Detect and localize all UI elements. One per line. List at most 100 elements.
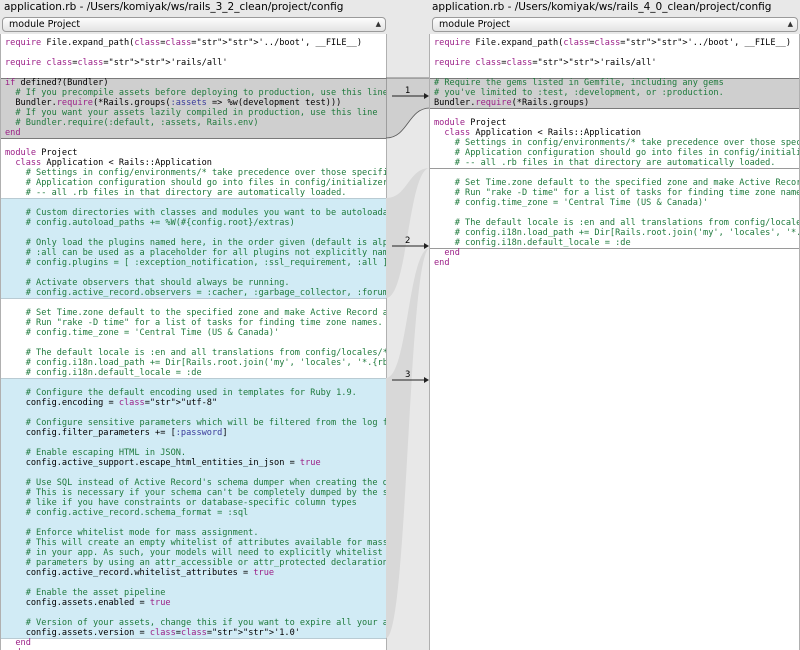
code-line: Bundler.require(*Rails.groups): [434, 98, 590, 108]
code-line: # If you want your assets lazily compile…: [15, 108, 378, 118]
code-line: Bundler.require(*Rails.groups(:assets =>…: [5, 98, 342, 108]
code-line: module Project: [5, 148, 78, 158]
left-pane-title: application.rb - /Users/komiyak/ws/rails…: [4, 1, 344, 13]
code-line: # Only load the plugins named here, in t…: [25, 238, 386, 248]
diff-connector-2[interactable]: [386, 168, 430, 298]
left-scope-select-value: module Project: [9, 19, 81, 30]
code-line: # Settings in config/environments/* take…: [454, 138, 799, 148]
code-line: # The default locale is :en and all tran…: [25, 348, 386, 358]
code-line: # config.time_zone = 'Central Time (US &…: [454, 198, 709, 208]
code-line: require class=class="str">"str">'rails/a…: [5, 58, 228, 68]
code-line: # in your app. As such, your models will…: [25, 548, 383, 558]
code-line: # config.time_zone = 'Central Time (US &…: [25, 328, 280, 338]
code-line: # Custom directories with classes and mo…: [25, 208, 386, 218]
code-line: # Set Time.zone default to the specified…: [25, 308, 386, 318]
code-line: config.assets.enabled = true: [5, 598, 171, 608]
right-pane-title: application.rb - /Users/komiyak/ws/rails…: [432, 1, 772, 13]
code-line: # Bundler.require(:default, :assets, Rai…: [15, 118, 259, 128]
code-line: # config.autoload_paths += %W(#{config.r…: [25, 218, 295, 228]
code-line: config.active_record.whitelist_attribute…: [5, 568, 275, 578]
diff-connector-gutter: 1 2 3: [386, 77, 430, 638]
right-scope-select[interactable]: module Project ▲: [432, 17, 798, 32]
right-code-pane[interactable]: require File.expand_path(class=class="st…: [429, 34, 800, 650]
left-code-pane[interactable]: require File.expand_path(class=class="st…: [0, 34, 387, 650]
diff-number-label: 1: [405, 86, 410, 96]
code-line: # Enable the asset pipeline: [25, 588, 166, 598]
code-line: # you've limited to :test, :development,…: [434, 88, 724, 98]
left-scope-select[interactable]: module Project ▲: [2, 17, 386, 32]
diff-number-label: 2: [405, 236, 410, 246]
code-line: end: [434, 258, 450, 268]
code-line: # -- all .rb files in that directory are…: [454, 158, 776, 168]
select-arrows-icon: ▲: [375, 20, 381, 28]
code-line: class Application < Rails::Application: [444, 128, 641, 138]
code-line: # If you precompile assets before deploy…: [15, 88, 386, 98]
code-line: require File.expand_path(class=class="st…: [5, 38, 363, 48]
code-line: module Project: [434, 118, 507, 128]
code-line: # config.i18n.default_locale = :de: [25, 368, 202, 378]
code-line: config.filter_parameters += [:password]: [5, 428, 228, 438]
diff-connector-3[interactable]: [386, 248, 430, 638]
code-line: # Enable escaping HTML in JSON.: [25, 448, 187, 458]
code-line: config.active_support.escape_html_entiti…: [5, 458, 321, 468]
code-line: # :all can be used as a placeholder for …: [25, 248, 386, 258]
right-scope-select-value: module Project: [439, 19, 511, 30]
code-line: config.encoding = class="str">"utf-8": [5, 398, 218, 408]
code-line: # config.i18n.load_path += Dir[Rails.roo…: [454, 228, 799, 238]
code-line: # The default locale is :en and all tran…: [454, 218, 799, 228]
code-line: # -- all .rb files in that directory are…: [25, 188, 347, 198]
code-line: # config.plugins = [ :exception_notifica…: [25, 258, 386, 268]
code-line: # This is necessary if your schema can't…: [25, 488, 386, 498]
code-line: # Application configuration should go in…: [25, 178, 386, 188]
code-line: config.assets.version = class=class="str…: [5, 628, 300, 638]
code-line: # Enforce whitelist mode for mass assign…: [25, 528, 259, 538]
code-line: # config.active_record.schema_format = :…: [25, 508, 249, 518]
code-line: # config.i18n.default_locale = :de: [454, 238, 631, 248]
code-line: require File.expand_path(class=class="st…: [434, 38, 792, 48]
code-line: require class=class="str">"str">'rails/a…: [434, 58, 657, 68]
code-line: # Require the gems listed in Gemfile, in…: [434, 78, 724, 88]
code-line: # Settings in config/environments/* take…: [25, 168, 386, 178]
code-line: # Configure sensitive parameters which w…: [25, 418, 386, 428]
code-line: # parameters by using an attr_accessible…: [25, 558, 386, 568]
code-line: # Run "rake -D time" for a list of tasks…: [25, 318, 386, 328]
select-arrows-icon: ▲: [787, 20, 793, 28]
code-line: # like if you have constraints or databa…: [25, 498, 357, 508]
code-line: # Application configuration should go in…: [454, 148, 799, 158]
code-line: # config.active_record.observers = :cach…: [25, 288, 386, 298]
code-line: if defined?(Bundler): [5, 78, 109, 88]
code-line: # Set Time.zone default to the specified…: [454, 178, 799, 188]
code-line: # Run "rake -D time" for a list of tasks…: [454, 188, 799, 198]
code-line: # Use SQL instead of Active Record's sch…: [25, 478, 386, 488]
code-line: end: [444, 248, 460, 258]
diff-number-label: 3: [405, 370, 410, 380]
code-line: # Version of your assets, change this if…: [25, 618, 386, 628]
code-line: # Activate observers that should always …: [25, 278, 290, 288]
code-line: class Application < Rails::Application: [15, 158, 212, 168]
code-line: end: [15, 638, 31, 648]
code-line: # Configure the default encoding used in…: [25, 388, 357, 398]
code-line: # config.i18n.load_path += Dir[Rails.roo…: [25, 358, 386, 368]
code-line: end: [5, 128, 21, 138]
code-line: # This will create an empty whitelist of…: [25, 538, 386, 548]
